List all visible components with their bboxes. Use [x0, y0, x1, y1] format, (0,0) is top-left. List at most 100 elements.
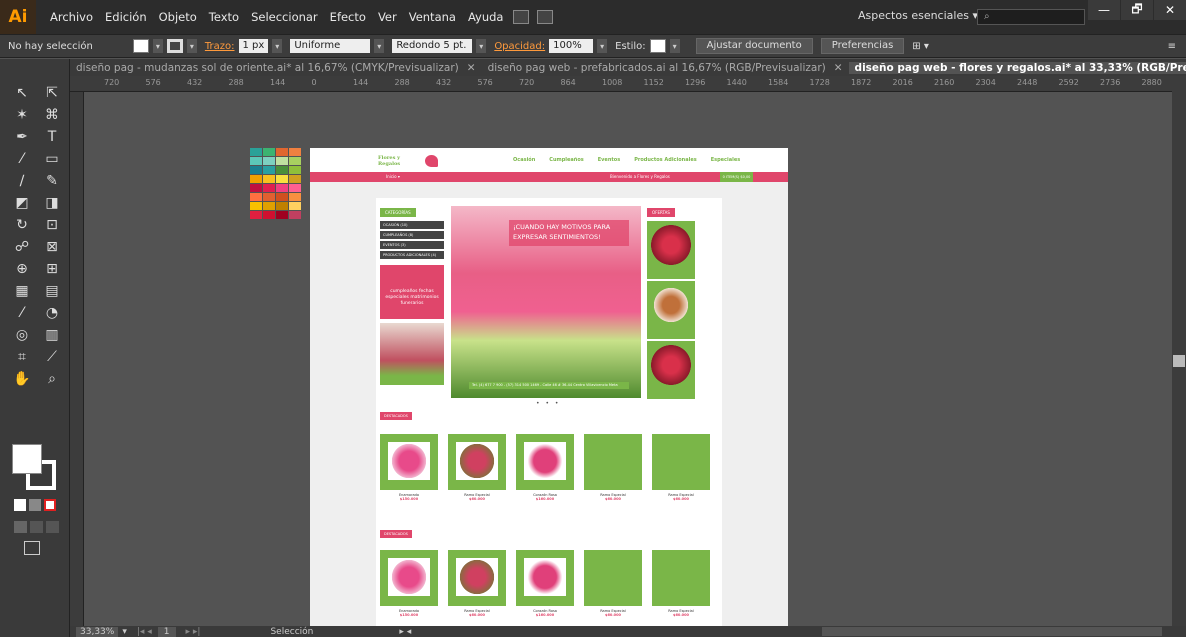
topbar-home[interactable]: Inicio ▾ [386, 174, 400, 179]
pen-tool-icon[interactable]: ✒ [10, 127, 34, 147]
menu-seleccionar[interactable]: Seleccionar [245, 10, 324, 24]
perspective-grid-icon[interactable]: ⊞ [40, 259, 64, 279]
color-swatch[interactable] [289, 193, 301, 201]
free-transform-icon[interactable]: ⊠ [40, 237, 64, 257]
zoom-tool-icon[interactable]: ⌕ [40, 369, 64, 389]
blob-brush-icon[interactable]: ◩ [10, 193, 34, 213]
chevron-down-icon[interactable]: ▾ [374, 39, 385, 53]
rotate-tool-icon[interactable]: ↻ [10, 215, 34, 235]
product-card[interactable]: Ramo Especial $60.000 [448, 434, 506, 501]
color-swatch[interactable] [263, 166, 275, 174]
pencil-icon[interactable]: ✎ [40, 171, 64, 191]
artboard[interactable]: Flores y Regalos Ocasión Cumpleaños Even… [310, 148, 788, 626]
product-card[interactable]: Ramo Especial $60.000 [448, 550, 506, 617]
eraser-icon[interactable]: ◨ [40, 193, 64, 213]
nav-ocasion[interactable]: Ocasión [513, 157, 535, 163]
arrange-documents-icon[interactable] [537, 10, 554, 24]
color-swatch[interactable] [250, 157, 262, 165]
color-swatch[interactable] [263, 193, 275, 201]
draw-inside-icon[interactable] [46, 521, 59, 533]
product-card[interactable]: Ramo Especial $60.000 [652, 550, 710, 617]
menu-ver[interactable]: Ver [372, 10, 403, 24]
minimize-button[interactable]: — [1088, 0, 1120, 20]
none-button[interactable] [44, 499, 56, 511]
slider-dots[interactable]: • • • [536, 400, 560, 407]
color-swatch[interactable] [276, 193, 288, 201]
color-swatch[interactable] [250, 211, 262, 219]
slice-tool-icon[interactable]: ⟋ [40, 347, 64, 367]
scale-tool-icon[interactable]: ⊡ [40, 215, 64, 235]
shape-builder-icon[interactable]: ⊕ [10, 259, 34, 279]
stroke-swatch[interactable] [166, 39, 183, 53]
screen-mode-icon[interactable] [24, 541, 40, 555]
offer-item[interactable] [647, 281, 695, 339]
product-card[interactable]: Ramo Especial $60.000 [652, 434, 710, 501]
horizontal-scroll-thumb[interactable] [822, 627, 1162, 636]
color-button[interactable] [14, 499, 26, 511]
cart-box[interactable]: 0 ITEM(S) $0,00 [720, 172, 753, 182]
product-card[interactable]: Enamorado $150.000 [380, 550, 438, 617]
chevron-down-icon[interactable]: ▾ [669, 39, 680, 53]
promo-image[interactable] [380, 323, 444, 385]
color-swatch[interactable] [250, 193, 262, 201]
brush-definition[interactable]: Redondo 5 pt. [392, 39, 473, 53]
color-swatch[interactable] [289, 184, 301, 192]
color-swatch[interactable] [289, 175, 301, 183]
color-swatch[interactable] [250, 166, 262, 174]
fill-stroke-control[interactable] [12, 444, 56, 492]
vertical-scroll-thumb[interactable] [1173, 355, 1185, 367]
artboard-number-field[interactable]: 1 [157, 626, 176, 637]
menu-texto[interactable]: Texto [203, 10, 245, 24]
menu-edicion[interactable]: Edición [99, 10, 153, 24]
chevron-down-icon[interactable]: ▾ [597, 39, 608, 53]
gradient-tool-icon[interactable]: ▤ [40, 281, 64, 301]
color-swatch[interactable] [250, 202, 262, 210]
color-swatch[interactable] [276, 175, 288, 183]
opacity-label[interactable]: Opacidad: [494, 41, 545, 52]
category-item[interactable]: PRODUCTOS ADICIONALES (4) [380, 251, 444, 259]
nav-eventos[interactable]: Eventos [598, 157, 620, 163]
color-swatch[interactable] [263, 148, 275, 156]
preferences-button[interactable]: Preferencias [820, 38, 905, 54]
panel-menu-icon[interactable]: ≡ [1168, 41, 1176, 52]
color-swatch[interactable] [276, 211, 288, 219]
tab-mudanzas[interactable]: diseño pag - mudanzas sol de oriente.ai*… [70, 62, 482, 74]
color-swatch[interactable] [289, 211, 301, 219]
magic-wand-icon[interactable]: ✶ [10, 105, 34, 125]
hand-tool-icon[interactable]: ✋ [10, 369, 34, 389]
paintbrush-icon[interactable]: ∕ [10, 171, 34, 191]
last-artboard-icon[interactable]: ▸ ▸| [186, 627, 201, 637]
color-swatch[interactable] [276, 184, 288, 192]
close-window-button[interactable]: ✕ [1154, 0, 1186, 20]
tab-flores-regalos[interactable]: diseño pag web - flores y regalos.ai* al… [848, 61, 1186, 74]
color-swatch[interactable] [263, 184, 275, 192]
column-graph-icon[interactable]: ▥ [40, 325, 64, 345]
tab-prefabricados[interactable]: diseño pag web - prefabricados.ai al 16,… [482, 62, 849, 74]
menu-ventana[interactable]: Ventana [403, 10, 462, 24]
lasso-icon[interactable]: ⌘ [40, 105, 64, 125]
chevron-down-icon[interactable]: ▾ [152, 39, 163, 53]
opacity-input[interactable]: 100% [549, 39, 594, 53]
restore-button[interactable]: 🗗 [1121, 0, 1153, 20]
status-arrow-icon[interactable]: ▸ ◂ [399, 627, 411, 637]
fill-swatch[interactable] [132, 39, 149, 53]
product-card[interactable]: Enamorado $150.000 [380, 434, 438, 501]
type-tool-icon[interactable]: T [40, 127, 64, 147]
offer-item[interactable] [647, 341, 695, 399]
color-swatch[interactable] [263, 202, 275, 210]
draw-normal-icon[interactable] [14, 521, 27, 533]
menu-objeto[interactable]: Objeto [153, 10, 203, 24]
color-swatch[interactable] [263, 175, 275, 183]
menu-efecto[interactable]: Efecto [324, 10, 372, 24]
product-card[interactable]: Corazón Rosa $160.000 [516, 550, 574, 617]
color-swatch[interactable] [276, 166, 288, 174]
direct-selection-tool-icon[interactable]: ⇱ [40, 83, 64, 103]
draw-behind-icon[interactable] [30, 521, 43, 533]
gradient-button[interactable] [29, 499, 41, 511]
nav-cumpleanos[interactable]: Cumpleaños [549, 157, 583, 163]
chevron-down-icon[interactable]: ▾ [186, 39, 197, 53]
chevron-down-icon[interactable]: ▾ [476, 39, 487, 53]
category-item[interactable]: CUMPLEAÑOS (8) [380, 231, 444, 239]
promo-banner[interactable]: cumpleaños fechas especiales matrimonios… [380, 265, 444, 319]
warp-tool-icon[interactable]: ☍ [10, 237, 34, 257]
